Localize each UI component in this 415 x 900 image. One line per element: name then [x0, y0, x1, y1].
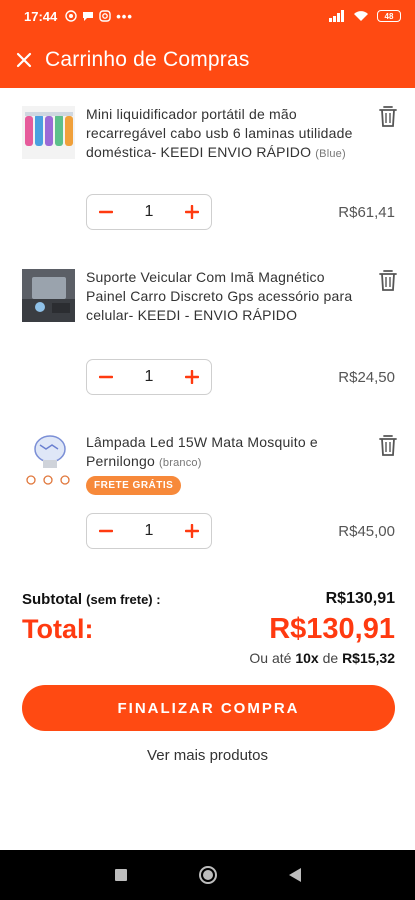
installments-prefix: Ou até [249, 650, 292, 666]
page-title: Carrinho de Compras [45, 48, 250, 71]
battery-level: 48 [384, 11, 394, 21]
increase-button[interactable] [183, 522, 201, 540]
quantity-value: 1 [144, 522, 154, 539]
total-value: R$130,91 [269, 613, 395, 645]
subtotal-note: (sem frete) : [86, 592, 161, 607]
quantity-value: 1 [144, 368, 154, 385]
battery-icon: 48 [377, 10, 401, 22]
trash-icon[interactable] [377, 268, 399, 292]
installments-mid: de [322, 650, 339, 666]
item-price: R$24,50 [338, 369, 395, 386]
quantity-stepper: 1 [86, 359, 212, 395]
item-price: R$61,41 [338, 204, 395, 221]
product-variant: (Blue) [315, 148, 346, 160]
plus-icon [185, 524, 199, 538]
product-name[interactable]: Suporte Veicular Com Imã Magnético Paine… [86, 268, 358, 325]
decrease-button[interactable] [97, 368, 115, 386]
product-name[interactable]: Mini liquidificador portátil de mão reca… [86, 105, 358, 164]
minus-icon [99, 210, 113, 214]
total-label: Total: [22, 614, 94, 644]
nav-home-icon[interactable] [198, 865, 218, 885]
free-shipping-badge: FRETE GRÁTIS [86, 476, 182, 495]
status-bar: 17:44 ••• 48 [0, 0, 415, 32]
more-products-link[interactable]: Ver mais produtos [0, 747, 415, 764]
trash-icon[interactable] [377, 433, 399, 457]
whatsapp-icon [65, 10, 77, 22]
trash-icon[interactable] [377, 104, 399, 128]
minus-icon [99, 529, 113, 533]
minus-icon [99, 375, 113, 379]
plus-icon [185, 205, 199, 219]
nav-recent-icon[interactable] [114, 868, 128, 882]
status-notification-icons: ••• [65, 9, 133, 24]
product-title: Suporte Veicular Com Imã Magnético Paine… [86, 269, 353, 323]
subtotal-text: Subtotal [22, 591, 82, 608]
wifi-icon [354, 11, 368, 21]
subtotal-label: Subtotal (sem frete) : [22, 591, 161, 608]
plus-icon [185, 370, 199, 384]
decrease-button[interactable] [97, 522, 115, 540]
product-thumbnail[interactable] [22, 433, 75, 486]
quantity-value: 1 [144, 203, 154, 220]
installments-info: Ou até 10x de R$15,32 [249, 650, 395, 666]
checkout-button[interactable]: FINALIZAR COMPRA [22, 685, 395, 731]
close-button[interactable] [0, 32, 48, 88]
product-title: Lâmpada Led 15W Mata Mosquito e Pernilon… [86, 434, 318, 469]
product-thumbnail[interactable] [22, 269, 75, 322]
product-name[interactable]: Lâmpada Led 15W Mata Mosquito e Pernilon… [86, 433, 358, 473]
item-price: R$45,00 [338, 523, 395, 540]
chat-icon [83, 12, 94, 21]
system-nav-bar [0, 850, 415, 900]
signal-icon [329, 10, 344, 22]
more-notifications-icon: ••• [116, 8, 133, 24]
quantity-stepper: 1 [86, 194, 212, 230]
instagram-icon [99, 10, 111, 22]
product-thumbnail[interactable] [22, 106, 75, 159]
status-time: 17:44 [24, 8, 58, 24]
close-icon [16, 52, 32, 68]
product-variant: (branco) [159, 457, 202, 469]
installments-count: 10x [295, 650, 319, 666]
nav-back-icon[interactable] [288, 867, 302, 883]
product-title: Mini liquidificador portátil de mão reca… [86, 106, 353, 160]
decrease-button[interactable] [97, 203, 115, 221]
quantity-stepper: 1 [86, 513, 212, 549]
increase-button[interactable] [183, 203, 201, 221]
subtotal-value: R$130,91 [325, 590, 395, 607]
increase-button[interactable] [183, 368, 201, 386]
installments-value: R$15,32 [342, 650, 395, 666]
app-header: Carrinho de Compras [0, 32, 415, 88]
